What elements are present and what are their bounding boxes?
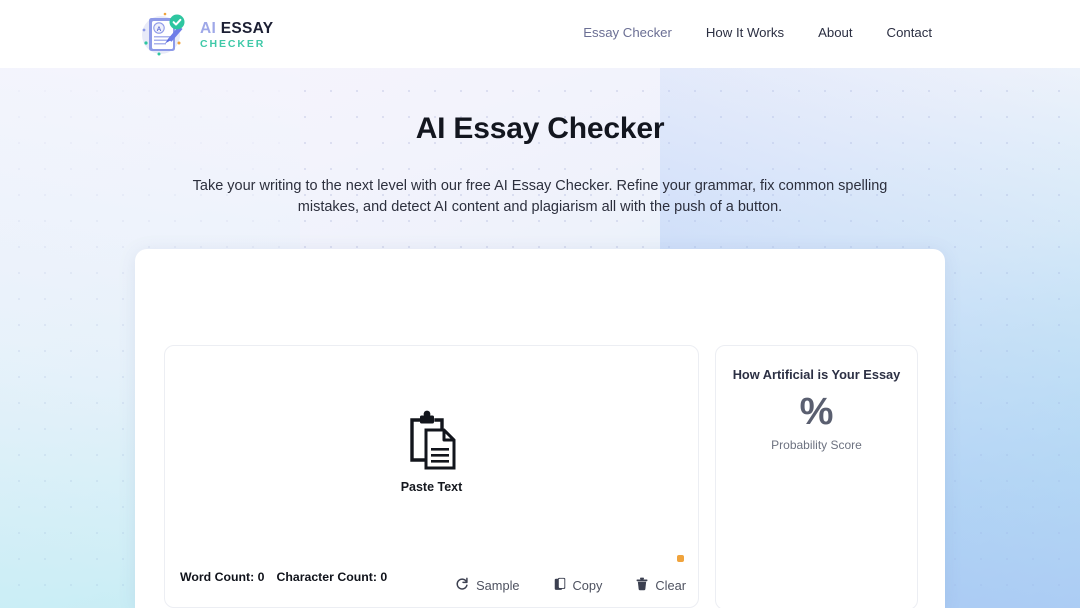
nav-item-how-it-works[interactable]: How It Works (706, 25, 784, 40)
tool-card: Paste Text Word Count: 0 Character Count… (135, 249, 945, 608)
nav-item-contact[interactable]: Contact (887, 25, 932, 40)
copy-button[interactable]: Copy (554, 577, 603, 594)
document-check-logo-icon: A (135, 10, 191, 58)
svg-text:A: A (157, 26, 162, 33)
sample-label: Sample (476, 578, 520, 593)
logo-text: AI ESSAY CHECKER (200, 19, 273, 50)
hero-section: AI Essay Checker Take your writing to th… (0, 68, 1080, 608)
sample-button[interactable]: Sample (455, 577, 520, 594)
nav-item-essay-checker[interactable]: Essay Checker (583, 25, 672, 40)
editor-tool-group: Sample Copy Clear (455, 577, 686, 594)
paste-text-label: Paste Text (400, 480, 463, 494)
logo-line-primary: AI ESSAY (200, 19, 274, 37)
editor-input-area[interactable]: Paste Text (165, 346, 698, 558)
page-subtitle: Take your writing to the next level with… (192, 178, 888, 215)
copy-label: Copy (572, 578, 603, 593)
logo-word-essay: ESSAY (220, 19, 274, 37)
site-header: A AI ESSAY CHECKER Essay Checker How It … (0, 0, 1080, 68)
clear-button[interactable]: Clear (636, 577, 686, 594)
clipboard-copy-icon (554, 577, 566, 594)
word-count-label: Word Count: 0 (180, 570, 265, 584)
nav-item-about[interactable]: About (818, 25, 852, 40)
page-root: A AI ESSAY CHECKER Essay Checker How It … (0, 0, 1080, 608)
essay-editor[interactable]: Paste Text Word Count: 0 Character Count… (164, 345, 699, 608)
score-value: % (799, 391, 834, 433)
count-group: Word Count: 0 Character Count: 0 (180, 570, 387, 584)
paste-text-button[interactable]: Paste Text (400, 410, 463, 494)
clear-label: Clear (655, 578, 686, 593)
editor-footer: Word Count: 0 Character Count: 0 Sample … (165, 557, 698, 607)
page-title: AI Essay Checker (415, 112, 665, 145)
character-count-label: Character Count: 0 (276, 570, 388, 584)
logo[interactable]: A AI ESSAY CHECKER (135, 10, 273, 58)
logo-word-checker: CHECKER (200, 38, 266, 50)
logo-word-ai: AI (200, 19, 217, 37)
clipboard-paste-icon (402, 410, 460, 477)
main-navigation: Essay Checker How It Works About Contact (583, 25, 932, 40)
score-panel-title: How Artificial is Your Essay (732, 367, 901, 382)
refresh-icon (455, 577, 469, 594)
trash-icon (636, 577, 648, 594)
probability-score-panel: How Artificial is Your Essay % Probabili… (715, 345, 918, 608)
score-caption: Probability Score (771, 438, 862, 452)
